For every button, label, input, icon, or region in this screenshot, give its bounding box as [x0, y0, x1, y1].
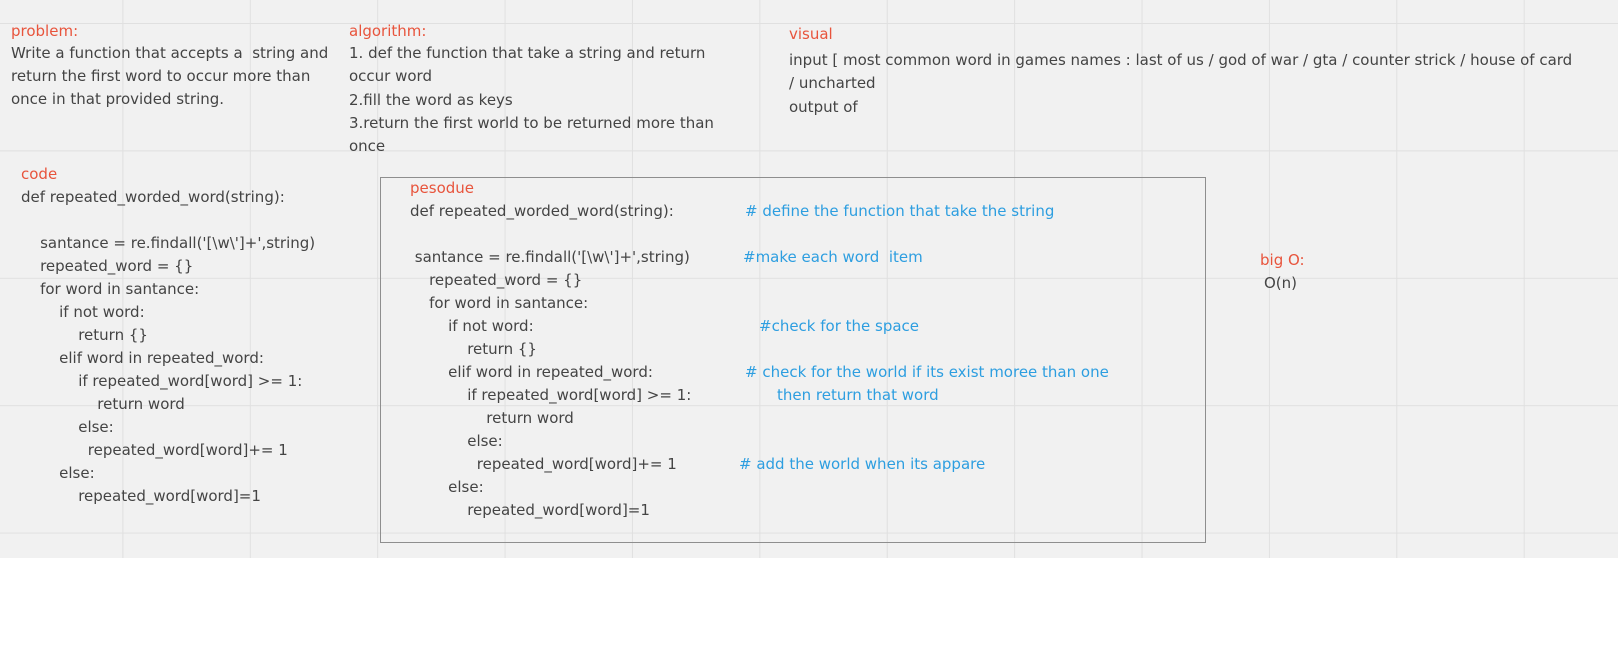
- pseudocode-frame[interactable]: [380, 177, 1206, 543]
- code-line: if repeated_word[word] >= 1:: [21, 372, 303, 390]
- pseudocode-line: def repeated_worded_word(string):: [410, 202, 674, 220]
- pseudocode-comment: # add the world when its appare: [739, 455, 986, 473]
- code-heading: code: [21, 165, 58, 183]
- visual-line: output of: [789, 98, 858, 116]
- big-o-heading: big O:: [1260, 251, 1305, 269]
- pseudocode-line: repeated_word[word]=1: [410, 501, 650, 519]
- code-line: elif word in repeated_word:: [21, 349, 264, 367]
- pseudocode-line: for word in santance:: [410, 294, 589, 312]
- big-o-value: O(n): [1264, 274, 1298, 292]
- algorithm-line: 2.fill the word as keys: [349, 91, 513, 109]
- pseudocode-line: if repeated_word[word] >= 1:: [410, 386, 692, 404]
- code-line: repeated_word[word]=1: [21, 487, 261, 505]
- visual-line: input [ most common word in games names …: [789, 51, 1573, 69]
- pseudocode-line: santance = re.findall('[\w\']+',string): [410, 248, 690, 266]
- pseudocode-line: repeated_word[word]+= 1: [410, 455, 677, 473]
- algorithm-line: occur word: [349, 67, 432, 85]
- whiteboard-canvas[interactable]: problem: Write a function that accepts a…: [0, 0, 1618, 558]
- code-line: repeated_word[word]+= 1: [21, 441, 288, 459]
- pseudocode-comment: # check for the world if its exist moree…: [745, 363, 1109, 381]
- code-line: for word in santance:: [21, 280, 200, 298]
- pseudocode-line: elif word in repeated_word:: [410, 363, 653, 381]
- algorithm-line: once: [349, 137, 386, 155]
- pseudocode-comment: #check for the space: [759, 317, 920, 335]
- pseudocode-line: else:: [410, 432, 503, 450]
- pseudocode-heading: pesodue: [410, 179, 474, 197]
- code-line: def repeated_worded_word(string):: [21, 188, 285, 206]
- pseudocode-comment: #make each word item: [743, 248, 923, 266]
- pseudocode-comment: # define the function that take the stri…: [745, 202, 1055, 220]
- problem-line: return the first word to occur more than: [11, 67, 311, 85]
- code-line: return word: [21, 395, 185, 413]
- algorithm-line: 1. def the function that take a string a…: [349, 44, 706, 62]
- pseudocode-line: return {}: [410, 340, 537, 358]
- pseudocode-line: repeated_word = {}: [410, 271, 583, 289]
- code-line: else:: [21, 464, 95, 482]
- code-line: else:: [21, 418, 114, 436]
- problem-line: Write a function that accepts a string a…: [11, 44, 329, 62]
- blank-area: [0, 558, 1618, 648]
- pseudocode-comment: then return that word: [777, 386, 939, 404]
- algorithm-heading: algorithm:: [349, 22, 427, 40]
- visual-line: / uncharted: [789, 74, 876, 92]
- algorithm-line: 3.return the first world to be returned …: [349, 114, 714, 132]
- visual-heading: visual: [789, 25, 833, 43]
- pseudocode-line: if not word:: [410, 317, 534, 335]
- code-line: return {}: [21, 326, 148, 344]
- pseudocode-line: return word: [410, 409, 574, 427]
- code-line: santance = re.findall('[\w\']+',string): [21, 234, 316, 252]
- problem-line: once in that provided string.: [11, 90, 225, 108]
- problem-heading: problem:: [11, 22, 79, 40]
- pseudocode-line: else:: [410, 478, 484, 496]
- code-line: repeated_word = {}: [21, 257, 194, 275]
- code-line: if not word:: [21, 303, 145, 321]
